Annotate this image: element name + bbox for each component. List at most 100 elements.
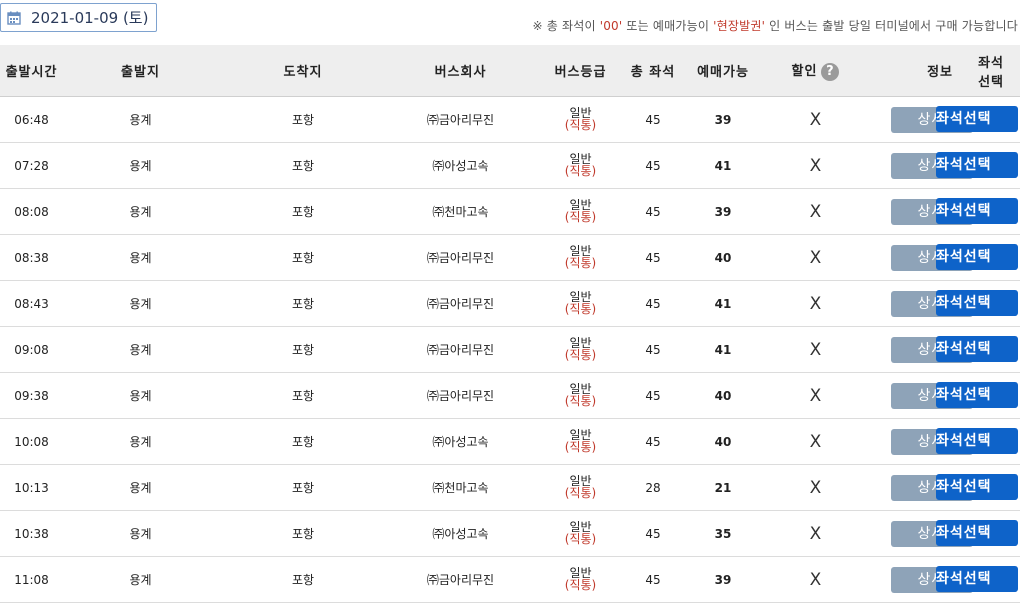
discount-mark: X [809,293,822,314]
origin: 용계 [63,96,218,143]
discount-cell: X [768,234,863,281]
notice-prefix: ※ 총 좌석이 [532,19,600,33]
seat-select-button[interactable]: 좌석선택 [936,106,1018,132]
header-seat-select: 좌석선택 [973,45,1020,97]
bus-company: ㈜금아리무진 [388,372,533,419]
departure-time: 08:43 [0,280,63,327]
header-bus-grade: 버스등급 [533,45,628,97]
bus-grade: 일반 (직통) [533,556,628,603]
departure-time: 07:28 [0,142,63,189]
bus-grade: 일반 (직통) [533,326,628,373]
grade-type: (직통) [564,440,597,454]
seat-select-cell: 좌석선택 [936,326,1020,373]
departure-time: 08:08 [0,188,63,235]
discount-cell: X [768,418,863,465]
discount-mark: X [809,477,822,498]
seat-select-button[interactable]: 좌석선택 [936,566,1018,592]
grade-type: (직통) [564,348,597,362]
bus-company: ㈜천마고속 [388,188,533,235]
grade-type: (직통) [564,118,597,132]
discount-mark: X [809,339,822,360]
bus-grade: 일반 (직통) [533,142,628,189]
table-row: 06:48용계포항㈜금아리무진일반(직통)4539X상세보기좌석선택 [0,96,1020,143]
seat-select-cell: 좌석선택 [936,234,1020,281]
discount-mark: X [809,385,822,406]
notice-middle: 또는 예매가능이 [622,19,714,33]
destination: 포항 [218,234,388,281]
departure-time: 06:48 [0,96,63,143]
departure-time: 10:38 [0,510,63,557]
total-seats: 45 [628,510,678,557]
bus-company: ㈜아성고속 [388,510,533,557]
discount-cell: X [768,510,863,557]
discount-cell: X [768,142,863,189]
discount-cell: X [768,464,863,511]
available-seats: 21 [678,464,768,511]
discount-mark: X [809,109,822,130]
bus-company: ㈜천마고속 [388,464,533,511]
discount-mark: X [809,523,822,544]
seat-select-button[interactable]: 좌석선택 [936,520,1018,546]
total-seats: 45 [628,234,678,281]
grade-type: (직통) [564,256,597,270]
bus-company: ㈜금아리무진 [388,280,533,327]
destination: 포항 [218,464,388,511]
origin: 용계 [63,234,218,281]
bus-company: ㈜아성고속 [388,418,533,465]
destination: 포항 [218,326,388,373]
notice-code: '00' [599,19,623,33]
header-discount: 할인? [768,45,863,97]
seat-select-button[interactable]: 좌석선택 [936,152,1018,178]
grade-type: (직통) [564,210,597,224]
grade-type: (직통) [564,164,597,178]
available-seats: 41 [678,326,768,373]
bus-grade: 일반 (직통) [533,96,628,143]
destination: 포항 [218,510,388,557]
bus-company: ㈜금아리무진 [388,234,533,281]
origin: 용계 [63,464,218,511]
table-row: 11:08용계포항㈜금아리무진일반(직통)4539X상세보기좌석선택 [0,556,1020,603]
bus-company: ㈜금아리무진 [388,556,533,603]
departure-time: 11:08 [0,556,63,603]
purchase-notice: ※ 총 좌석이 '00' 또는 예매가능이 '현장발권' 인 버스는 출발 당일… [532,17,1018,34]
discount-mark: X [809,201,822,222]
origin: 용계 [63,510,218,557]
bus-grade: 일반 (직통) [533,510,628,557]
total-seats: 45 [628,326,678,373]
total-seats: 45 [628,372,678,419]
discount-mark: X [809,431,822,452]
discount-mark: X [809,569,822,590]
total-seats: 45 [628,556,678,603]
destination: 포항 [218,556,388,603]
seat-select-button[interactable]: 좌석선택 [936,290,1018,316]
seat-select-cell: 좌석선택 [936,188,1020,235]
total-seats: 45 [628,418,678,465]
origin: 용계 [63,188,218,235]
grade-type: (직통) [564,302,597,316]
seat-select-button[interactable]: 좌석선택 [936,198,1018,224]
table-row: 09:38용계포항㈜금아리무진일반(직통)4540X상세보기좌석선택 [0,372,1020,419]
departure-time: 09:08 [0,326,63,373]
table-row: 10:38용계포항㈜아성고속일반(직통)4535X상세보기좌석선택 [0,510,1020,557]
table-row: 09:08용계포항㈜금아리무진일반(직통)4541X상세보기좌석선택 [0,326,1020,373]
seat-select-button[interactable]: 좌석선택 [936,244,1018,270]
seat-select-button[interactable]: 좌석선택 [936,382,1018,408]
bus-grade: 일반 (직통) [533,464,628,511]
seat-select-button[interactable]: 좌석선택 [936,336,1018,362]
seat-select-button[interactable]: 좌석선택 [936,428,1018,454]
destination: 포항 [218,142,388,189]
question-icon[interactable]: ? [821,62,840,81]
header-info: 정보 [863,45,973,97]
header-bus-company: 버스회사 [388,45,533,97]
bus-grade: 일반 (직통) [533,280,628,327]
discount-cell: X [768,188,863,235]
available-seats: 41 [678,142,768,189]
total-seats: 45 [628,188,678,235]
seat-select-button[interactable]: 좌석선택 [936,474,1018,500]
bus-company: ㈜금아리무진 [388,326,533,373]
grade-type: (직통) [564,486,597,500]
discount-mark: X [809,155,822,176]
bus-schedule-table: 출발시간 출발지 도착지 버스회사 버스등급 총 좌석 예매가능 할인? 정보 … [0,45,1020,603]
date-selector[interactable]: 2021-01-09 (토) [0,3,157,32]
discount-cell: X [768,372,863,419]
